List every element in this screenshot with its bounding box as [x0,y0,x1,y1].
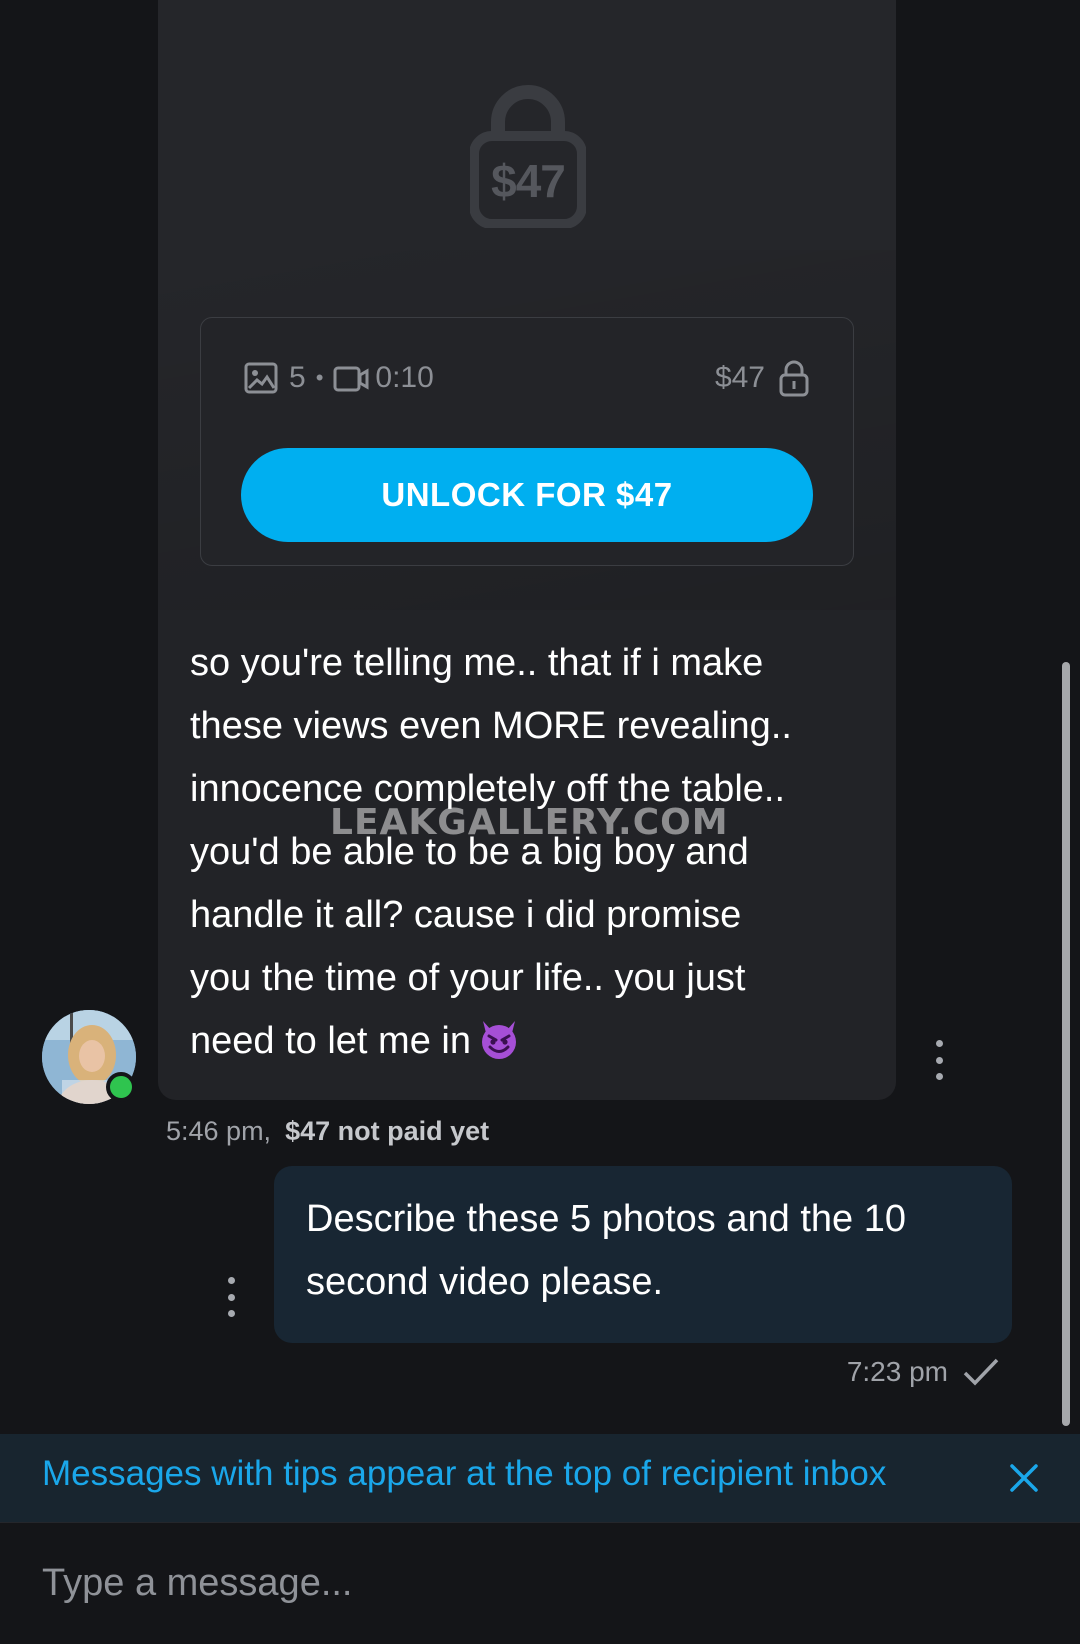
message-line: need to let me in [190,1020,471,1062]
price-label: $47 [714,361,765,394]
preview-price: $47 [491,155,566,207]
scrollbar[interactable] [1062,662,1070,1426]
price-info: $47 [715,358,811,398]
video-duration: 0:10 [375,361,434,394]
message-line: you the time of your life.. you just [190,957,746,999]
photo-count: 5 [289,361,306,394]
smiling-face-with-horns-icon [477,1017,521,1061]
incoming-message-bubble: $47 5 • 0:10 $47 UNLOCK FOR $47 so you'r… [158,0,896,1100]
close-icon[interactable] [1004,1458,1044,1498]
message-line: handle it all? cause i did promise [190,894,742,936]
message-line: these views even MORE revealing.. [190,705,792,747]
message-line: so you're telling me.. that if i make [190,642,764,684]
separator: • [315,365,324,390]
padlock-icon [779,360,809,397]
chat-screen: $47 5 • 0:10 $47 UNLOCK FOR $47 so you'r… [0,0,1080,1644]
message-time: 5:46 pm, [166,1116,272,1146]
message-composer [0,1522,1080,1644]
tips-banner-text: Messages with tips appear at the top of … [42,1454,887,1493]
incoming-message-meta: 5:46 pm, $47 not paid yet [166,1116,489,1147]
online-status-dot [106,1072,136,1102]
locked-media-preview[interactable]: $47 5 • 0:10 $47 UNLOCK FOR $47 [158,0,896,610]
message-input[interactable] [42,1551,1022,1615]
media-info: 5 • 0:10 [243,358,434,398]
outgoing-message-meta: 7:23 pm [847,1356,1000,1388]
lock-icon: $47 [470,78,586,228]
more-options-icon[interactable] [932,1040,946,1080]
message-line-last: need to let me in [190,1010,870,1073]
unlock-card: 5 • 0:10 $47 UNLOCK FOR $47 [200,317,854,566]
video-icon [333,360,369,396]
unlock-button[interactable]: UNLOCK FOR $47 [241,448,813,542]
more-options-icon[interactable] [224,1277,238,1317]
watermark: LEAKGALLERY.COM [330,802,729,843]
payment-status: $47 not paid yet [285,1116,490,1146]
message-time: 7:23 pm [846,1356,948,1387]
incoming-message-text: so you're telling me.. that if i make th… [190,632,870,1073]
outgoing-message-text: Describe these 5 photos and the 10 secon… [306,1188,996,1314]
checkmark-icon [963,1358,999,1386]
outgoing-message-bubble: Describe these 5 photos and the 10 secon… [274,1166,1012,1343]
message-line: Describe these 5 photos and the 10 [306,1198,906,1240]
message-line: second video please. [306,1261,664,1303]
tips-banner: Messages with tips appear at the top of … [0,1434,1080,1522]
image-icon [243,360,279,396]
